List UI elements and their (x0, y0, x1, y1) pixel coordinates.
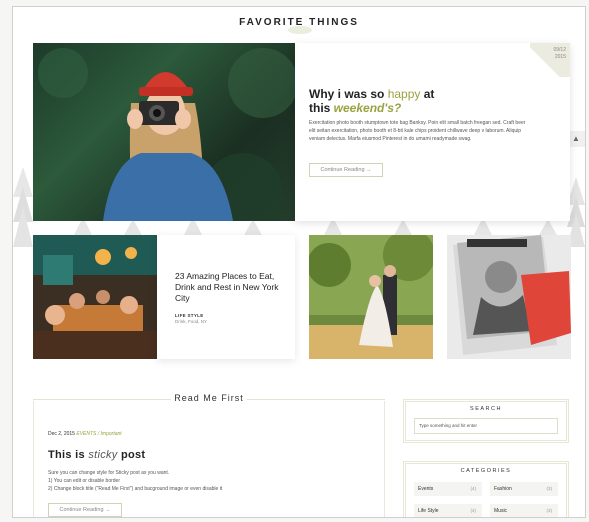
wedding-photo-illustration (309, 235, 433, 359)
featured-post-excerpt: Exercitation photo booth stumptown tote … (309, 120, 526, 142)
leaf-decoration (288, 26, 312, 34)
post-card-title[interactable]: 23 Amazing Places to Eat, Drink and Rest… (175, 271, 285, 304)
category-item-events[interactable]: Events (4) (414, 482, 482, 496)
chevron-up-icon: ▲ (572, 134, 580, 143)
sticky-post-excerpt: Sure you can change style for Sticky pos… (48, 470, 223, 492)
magazine-photo-illustration (447, 235, 571, 359)
sticky-post-title[interactable]: This is sticky post (48, 449, 145, 461)
featured-post-card: 09/12 2015 Why i was so happy at this we… (295, 43, 570, 221)
post-card-tags[interactable]: Drink, Food, NY (175, 319, 207, 324)
sticky-post-box: Dec 2, 2015 EVENTS / Important This is s… (33, 401, 385, 517)
categories-widget-title: CATEGORIES (460, 468, 512, 474)
sticky-post-meta: Dec 2, 2015 EVENTS / Important (48, 431, 122, 437)
categories-widget: CATEGORIES Events (4) Fashion (3) Life Sty… (403, 461, 569, 517)
featured-post-title[interactable]: Why i was so happy at this weekend's? (309, 87, 529, 115)
post-date: 09/12 2015 (553, 47, 566, 60)
restaurant-image[interactable] (33, 235, 157, 359)
continue-reading-button[interactable]: Continue Reading → (48, 503, 122, 517)
search-widget: SEARCH Type something and hit enter (403, 399, 569, 443)
continue-reading-button[interactable]: Continue Reading → (309, 163, 383, 177)
hero-image[interactable] (33, 43, 295, 221)
snow-tree-decoration (13, 167, 33, 247)
magazine-image[interactable] (447, 235, 571, 359)
post-card-category[interactable]: LIFE STYLE (175, 313, 204, 318)
category-item-fashion[interactable]: Fashion (3) (490, 482, 558, 496)
category-item-life-style[interactable]: Life Style (4) (414, 504, 482, 517)
category-item-music[interactable]: Music (3) (490, 504, 558, 517)
hero-photo-illustration (38, 48, 295, 221)
page-frame: FAVORITE THINGS ▲ 09/12 2015 Why i was s… (12, 6, 586, 518)
wedding-image[interactable] (309, 235, 433, 359)
post-card: 23 Amazing Places to Eat, Drink and Rest… (157, 235, 295, 359)
restaurant-photo-illustration (33, 235, 157, 359)
search-input[interactable]: Type something and hit enter (414, 418, 558, 434)
search-widget-title: SEARCH (470, 406, 502, 412)
